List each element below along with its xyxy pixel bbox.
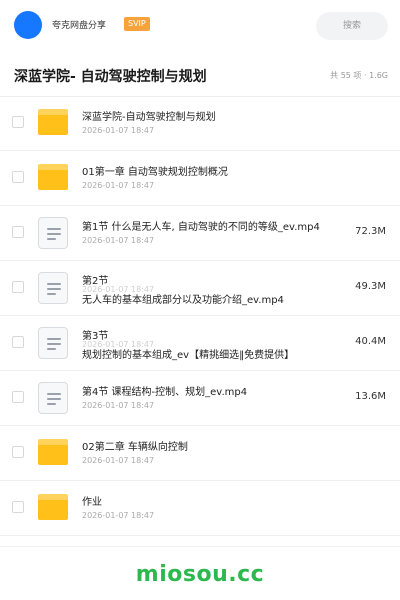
list-item[interactable]: 作业 2026-01-07 18:47 [0,481,400,536]
avatar[interactable] [14,11,42,39]
list-item[interactable]: 深蓝学院-自动驾驶控制与规划 2026-01-07 18:47 [0,96,400,151]
file-name: 第4节 课程结构-控制、规划_ev.mp4 [82,387,248,398]
document-icon [38,382,70,414]
file-name: 深蓝学院-自动驾驶控制与规划 [82,112,216,123]
list-item[interactable]: 第4节 课程结构-控制、规划_ev.mp4 2026-01-07 18:47 1… [0,371,400,426]
select-checkbox[interactable] [12,171,24,183]
title-bar: 深蓝学院- 自动驾驶控制与规划 共 55 项 · 1.6G [0,52,400,97]
select-checkbox[interactable] [12,226,24,238]
select-checkbox[interactable] [12,391,24,403]
file-size: 72.3M [355,226,386,237]
document-icon [38,327,70,359]
svip-badge: SVIP [124,17,150,31]
folder-icon [38,107,70,139]
file-date: 2026-01-07 18:47 [82,456,155,465]
list-item[interactable]: 第2节 2026-01-07 18:47 无人车的基本组成部分以及功能介绍_ev… [0,261,400,316]
file-size: 13.6M [355,391,386,402]
watermark: miosou.cc [135,562,265,587]
file-date: 2026-01-07 18:47 [82,511,155,520]
file-name: 02第二章 车辆纵向控制 [82,442,188,453]
document-icon [38,217,70,249]
select-checkbox[interactable] [12,281,24,293]
document-icon [38,272,70,304]
folder-icon [38,162,70,194]
list-item[interactable]: 第3节 2026-01-07 18:47 规划控制的基本组成_ev【精挑细选‖免… [0,316,400,371]
file-size: 49.3M [355,281,386,292]
list-item[interactable]: 01第一章 自动驾驶规划控制概况 2026-01-07 18:47 [0,151,400,206]
search-input[interactable] [316,12,388,40]
select-checkbox[interactable] [12,336,24,348]
page-title: 深蓝学院- 自动驾驶控制与规划 [14,69,207,85]
divider [0,546,400,547]
select-checkbox[interactable] [12,501,24,513]
select-checkbox[interactable] [12,446,24,458]
folder-icon [38,437,70,469]
file-name: 作业 [82,497,102,508]
file-date: 2026-01-07 18:47 [82,126,155,135]
file-size: 40.4M [355,336,386,347]
select-checkbox[interactable] [12,116,24,128]
list-item[interactable]: 第1节 什么是无人车, 自动驾驶的不同的等级_ev.mp4 2026-01-07… [0,206,400,261]
file-list: 深蓝学院-自动驾驶控制与规划 2026-01-07 18:47 01第一章 自动… [0,96,400,536]
file-date: 2026-01-07 18:47 [82,181,155,190]
list-item[interactable]: 02第二章 车辆纵向控制 2026-01-07 18:47 [0,426,400,481]
file-date: 2026-01-07 18:47 [82,236,155,245]
folder-icon [38,492,70,524]
file-name: 01第一章 自动驾驶规划控制概况 [82,167,228,178]
file-name-continued: 无人车的基本组成部分以及功能介绍_ev.mp4 [82,295,284,306]
file-name: 第1节 什么是无人车, 自动驾驶的不同的等级_ev.mp4 [82,222,320,233]
page: 夸克网盘分享 SVIP 深蓝学院- 自动驾驶控制与规划 共 55 项 · 1.6… [0,0,400,600]
file-date: 2026-01-07 18:47 [82,401,155,410]
header: 夸克网盘分享 SVIP [0,0,400,52]
sharer-name: 夸克网盘分享 [52,21,107,31]
file-name-continued: 规划控制的基本组成_ev【精挑细选‖免费提供】 [82,350,295,361]
share-meta: 共 55 项 · 1.6G [330,71,388,80]
